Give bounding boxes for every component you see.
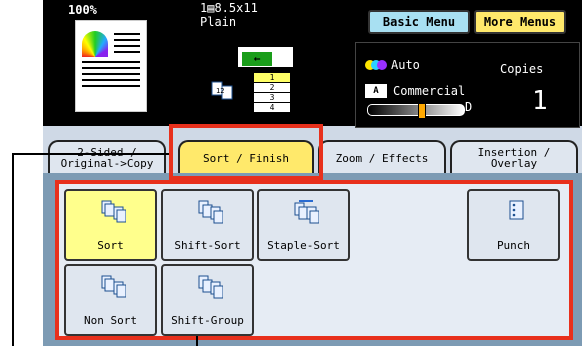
staple-sort-button[interactable]: Staple-Sort [257,189,350,261]
non-sort-icon [101,275,126,298]
sorted-pages-icon: 12 [210,78,236,107]
paper-readout: 1▤8.5x11 Plain [200,1,258,29]
leader-line [12,153,169,155]
text-line [82,73,140,75]
shift-sort-icon [198,200,223,224]
punch-icon [509,200,524,220]
density-dark-icon: D [465,100,473,114]
svg-text:12: 12 [216,87,224,95]
document-preview [75,20,147,112]
option-label: Punch [496,239,531,252]
leader-line [12,153,14,346]
copies-count: 1 [532,86,548,116]
rainbow-image-icon [82,31,108,57]
text-line [82,79,140,81]
text-line [114,33,140,35]
punch-button[interactable]: Punch [467,189,560,261]
shift-group-button[interactable]: Shift-Group [161,264,254,336]
tab-insertion-overlay[interactable]: Insertion / Overlay [450,140,578,174]
copier-diagram: ← 12 1 2 3 4 [208,42,308,124]
paper-size: 1▤8.5x11 [200,1,258,15]
leader-line [196,336,198,346]
shift-group-icon [198,275,223,299]
option-label: Non Sort [84,314,137,327]
non-sort-button[interactable]: Non Sort [64,264,157,336]
option-label: Sort [97,239,124,252]
text-line [114,51,140,53]
tone-auto-label: Auto [391,58,420,72]
option-label: Shift-Group [171,314,244,327]
shift-sort-button[interactable]: Shift-Sort [161,189,254,261]
text-line [82,85,140,87]
color-tone-icon [365,60,387,70]
sort-button[interactable]: Sort [64,189,157,261]
original-type-icon: A [365,84,387,98]
zoom-readout: 100% [68,3,97,17]
text-line [114,39,140,41]
paper-type: Plain [200,15,237,29]
option-label: Shift-Sort [174,239,241,252]
callout-box-sort-tab [169,124,323,180]
staple-sort-icon [294,200,319,224]
text-line [82,61,140,63]
output-arrow-icon: ← [242,52,272,66]
text-line [114,45,140,47]
copies-label: Copies [500,62,544,76]
tab-zoom-effects[interactable]: Zoom / Effects [318,140,446,174]
tab-2sided[interactable]: 2-Sided / Original->Copy [48,140,166,174]
original-type-label: Commercial [393,84,466,98]
basic-menu-button[interactable]: Basic Menu [368,10,470,34]
density-slider[interactable] [367,103,465,119]
tray-4: 4 [253,102,291,113]
option-label: Staple-Sort [267,239,340,252]
more-menus-button[interactable]: More Menus [474,10,566,34]
density-thumb[interactable] [417,103,426,119]
text-line [82,67,140,69]
sort-icon [101,200,126,223]
